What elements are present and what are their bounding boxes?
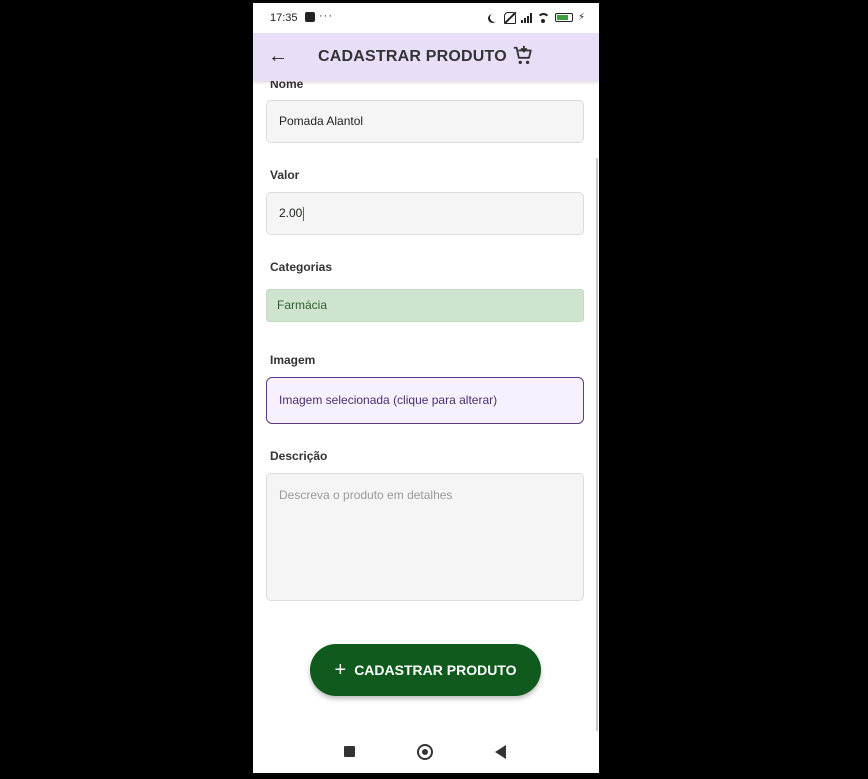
app-bar: ← CADASTRAR PRODUTO xyxy=(253,33,599,81)
vibrate-off-icon xyxy=(503,11,516,24)
imagem-label: Imagem xyxy=(270,353,316,367)
category-chip-farmacia[interactable]: Farmácia xyxy=(266,289,584,322)
more-notifications-icon: ··· xyxy=(319,10,333,22)
status-icons: ⚡ xyxy=(487,11,585,24)
form-content: Nome Pomada Alantol Valor 2.00 Categoria… xyxy=(253,81,599,731)
text-cursor xyxy=(303,206,305,221)
image-picker-button[interactable]: Imagem selecionada (clique para alterar) xyxy=(266,377,584,424)
notification-icon xyxy=(305,12,315,22)
descricao-placeholder: Descreva o produto em detalhes xyxy=(279,488,453,502)
system-nav-bar xyxy=(253,731,599,773)
valor-label: Valor xyxy=(270,168,300,182)
wifi-icon xyxy=(536,12,550,23)
nome-input[interactable]: Pomada Alantol xyxy=(266,100,584,143)
battery-level xyxy=(556,15,569,20)
signal-icon xyxy=(520,12,532,23)
nome-label: Nome xyxy=(270,81,304,91)
battery-icon xyxy=(554,13,573,22)
descricao-label: Descrição xyxy=(270,449,328,463)
home-button[interactable] xyxy=(417,744,433,760)
category-chip-label: Farmácia xyxy=(277,298,328,312)
plus-icon: + xyxy=(334,659,347,681)
phone-screen: 17:35 ··· ⚡ ← CADASTRAR PRODUTO Nome Pom… xyxy=(253,3,599,773)
descricao-textarea[interactable]: Descreva o produto em detalhes xyxy=(266,473,584,601)
valor-value: 2.00 xyxy=(279,206,303,220)
page-title: CADASTRAR PRODUTO xyxy=(318,48,507,65)
image-picker-text: Imagem selecionada (clique para alterar) xyxy=(279,393,498,407)
cadastrar-produto-button[interactable]: + CADASTRAR PRODUTO xyxy=(310,644,541,696)
do-not-disturb-icon xyxy=(490,13,499,22)
back-button[interactable] xyxy=(495,745,506,759)
status-bar: 17:35 ··· ⚡ xyxy=(253,3,599,33)
valor-input[interactable]: 2.00 xyxy=(266,192,584,235)
scrollbar[interactable] xyxy=(596,158,598,733)
nome-value: Pomada Alantol xyxy=(279,114,364,128)
submit-button-label: CADASTRAR PRODUTO xyxy=(354,662,517,678)
cart-plus-icon xyxy=(513,45,532,65)
status-time: 17:35 xyxy=(270,12,298,24)
charging-icon: ⚡ xyxy=(577,12,585,23)
arrow-left-icon[interactable]: ← xyxy=(265,43,291,69)
recents-button[interactable] xyxy=(344,746,355,757)
categorias-label: Categorias xyxy=(270,260,333,274)
